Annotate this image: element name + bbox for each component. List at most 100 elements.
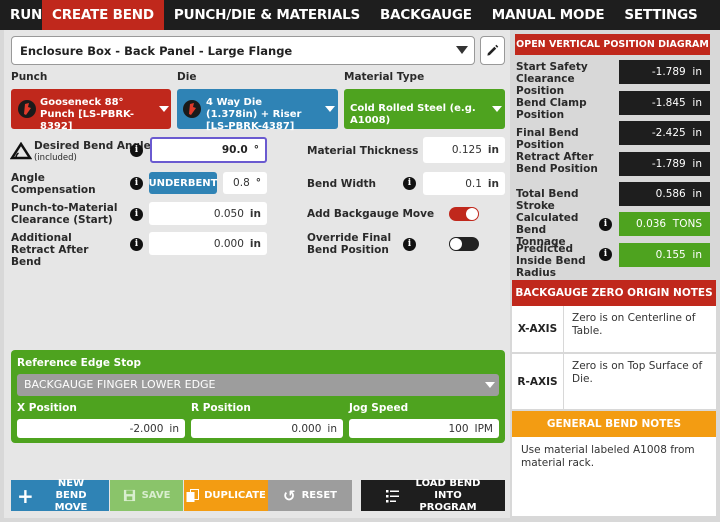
tab-settings[interactable]: SETTINGS — [614, 0, 707, 30]
retract-position-value: -1.789 in — [619, 152, 710, 176]
comp-value: 0.8 — [233, 177, 250, 189]
info-icon[interactable]: i — [403, 177, 416, 190]
start-clearance-value: -1.789 in — [619, 60, 710, 84]
clearance-label: Punch-to-Material Clearance (Start) — [11, 202, 118, 226]
tab-create-bend[interactable]: CREATE BEND — [42, 0, 164, 30]
x-position-input[interactable]: -2.000 in — [17, 419, 185, 438]
punch-select[interactable]: Gooseneck 88° Punch [LS-PBRK-8392] — [11, 89, 171, 132]
x-position-unit: in — [169, 422, 179, 435]
info-icon[interactable]: i — [403, 238, 416, 251]
info-icon[interactable]: i — [130, 177, 143, 190]
thickness-label: Material Thickness — [307, 145, 419, 157]
r-position-unit: in — [327, 422, 337, 435]
material-label: Material Type — [344, 71, 425, 83]
override-label: Override Final Bend Position — [307, 232, 392, 256]
tab-run[interactable]: RUN — [0, 0, 42, 30]
die-icon — [183, 100, 201, 118]
general-notes-header: GENERAL BEND NOTES — [512, 411, 716, 437]
clearance-unit: in — [249, 207, 261, 220]
total-stroke-value: 0.586 in — [619, 182, 710, 206]
info-icon[interactable]: i — [599, 248, 612, 261]
tab-punch-die-materials[interactable]: PUNCH/DIE & MATERIALS — [164, 0, 370, 30]
x-axis-label: X-AXIS — [512, 306, 564, 352]
punch-value: Gooseneck 88° Punch [LS-PBRK-8392] — [40, 97, 135, 132]
backgauge-move-toggle[interactable] — [449, 207, 479, 221]
override-toggle[interactable] — [449, 237, 479, 251]
die-select[interactable]: 4 Way Die (1.378in) + Riser [LS-PBRK-438… — [177, 89, 338, 132]
jog-speed-input[interactable]: 100 IPM — [349, 419, 499, 438]
job-name: Enclosure Box - Back Panel - Large Flang… — [20, 44, 293, 58]
comp-input[interactable]: 0.8 ° — [223, 172, 267, 194]
info-icon[interactable]: i — [130, 238, 143, 251]
new-bend-move-button[interactable]: + NEW BEND MOVE — [11, 478, 109, 513]
chevron-down-icon — [485, 382, 495, 388]
reference-stop-value: BACKGAUGE FINGER LOWER EDGE — [24, 378, 216, 391]
tab-backgauge[interactable]: BACKGAUGE — [370, 0, 482, 30]
jog-speed-label: Jog Speed — [349, 402, 409, 414]
thickness-input[interactable]: 0.125 in — [423, 137, 505, 163]
clearance-value: 0.050 — [213, 207, 244, 220]
width-input[interactable]: 0.1 in — [423, 172, 505, 195]
compensation-mode-button[interactable]: UNDERBENT — [149, 172, 217, 194]
r-axis-label: R-AXIS — [512, 354, 564, 409]
thickness-value: 0.125 — [451, 144, 482, 156]
chevron-down-icon — [159, 106, 169, 112]
plus-icon: + — [17, 484, 34, 508]
origin-notes-header: BACKGAUGE ZERO ORIGIN NOTES — [512, 280, 716, 306]
width-label: Bend Width — [307, 178, 376, 190]
duplicate-icon — [186, 488, 200, 502]
x-axis-note: X-AXIS Zero is on Centerline of Table. — [512, 306, 716, 352]
total-stroke-label: Total Bend Stroke — [516, 188, 579, 212]
punch-icon — [18, 100, 36, 118]
angle-value: 90.0 — [221, 144, 248, 156]
info-icon[interactable]: i — [599, 218, 612, 231]
reset-button[interactable]: ↺ RESET — [268, 480, 352, 511]
open-diagram-button[interactable]: OPEN VERTICAL POSITION DIAGRAM — [515, 34, 710, 55]
duplicate-button[interactable]: DUPLICATE — [184, 480, 268, 511]
clearance-input[interactable]: 0.050 in — [149, 202, 267, 225]
tab-manual-mode[interactable]: MANUAL MODE — [482, 0, 615, 30]
angle-icon — [10, 142, 32, 160]
angle-sublabel: (included) — [34, 153, 77, 163]
load-list-icon — [386, 490, 399, 503]
reference-stop-select[interactable]: BACKGAUGE FINGER LOWER EDGE — [17, 374, 499, 396]
save-button[interactable]: SAVE — [110, 480, 183, 511]
r-position-label: R Position — [191, 402, 251, 414]
r-position-input[interactable]: 0.000 in — [191, 419, 343, 438]
width-value: 0.1 — [465, 177, 482, 190]
clamp-position-value: -1.845 in — [619, 91, 710, 115]
info-icon[interactable]: i — [130, 208, 143, 221]
r-position-value: 0.000 — [291, 422, 322, 435]
tonnage-value: 0.036 TONS — [619, 212, 710, 236]
info-icon[interactable]: i — [130, 144, 143, 157]
r-axis-text: Zero is on Top Surface of Die. — [572, 360, 703, 385]
retract-label: Additional Retract After Bend — [11, 232, 89, 268]
chevron-down-icon — [325, 106, 335, 112]
chevron-down-icon — [456, 46, 468, 54]
jog-speed-unit: IPM — [474, 422, 494, 435]
reset-icon: ↺ — [283, 486, 296, 505]
final-position-value: -2.425 in — [619, 121, 710, 145]
job-select[interactable]: Enclosure Box - Back Panel - Large Flang… — [11, 36, 475, 65]
retract-value: 0.000 — [213, 237, 244, 250]
material-select[interactable]: Cold Rolled Steel (e.g. A1008) — [344, 89, 505, 129]
general-notes-box[interactable]: Use material labeled A1008 from material… — [512, 437, 716, 516]
top-nav: RUN CREATE BEND PUNCH/DIE & MATERIALS BA… — [0, 0, 720, 30]
x-axis-text: Zero is on Centerline of Table. — [572, 312, 696, 337]
load-bend-button[interactable]: LOAD BEND INTO PROGRAM — [361, 478, 505, 513]
width-unit: in — [487, 177, 499, 190]
angle-unit: ° — [253, 144, 259, 156]
x-position-value: -2.000 — [129, 422, 164, 435]
duplicate-label: DUPLICATE — [204, 490, 266, 501]
die-value: 4 Way Die (1.378in) + Riser [LS-PBRK-438… — [206, 97, 302, 132]
clamp-position-label: Bend Clamp Position — [516, 97, 587, 121]
pencil-icon — [487, 44, 499, 56]
angle-input[interactable]: 90.0 ° — [150, 137, 267, 163]
thickness-unit: in — [487, 144, 499, 156]
edit-job-button[interactable] — [480, 36, 505, 65]
retract-unit: in — [249, 237, 261, 250]
die-label: Die — [177, 71, 197, 83]
punch-label: Punch — [11, 71, 48, 83]
reset-label: RESET — [301, 490, 337, 501]
retract-input[interactable]: 0.000 in — [149, 232, 267, 255]
